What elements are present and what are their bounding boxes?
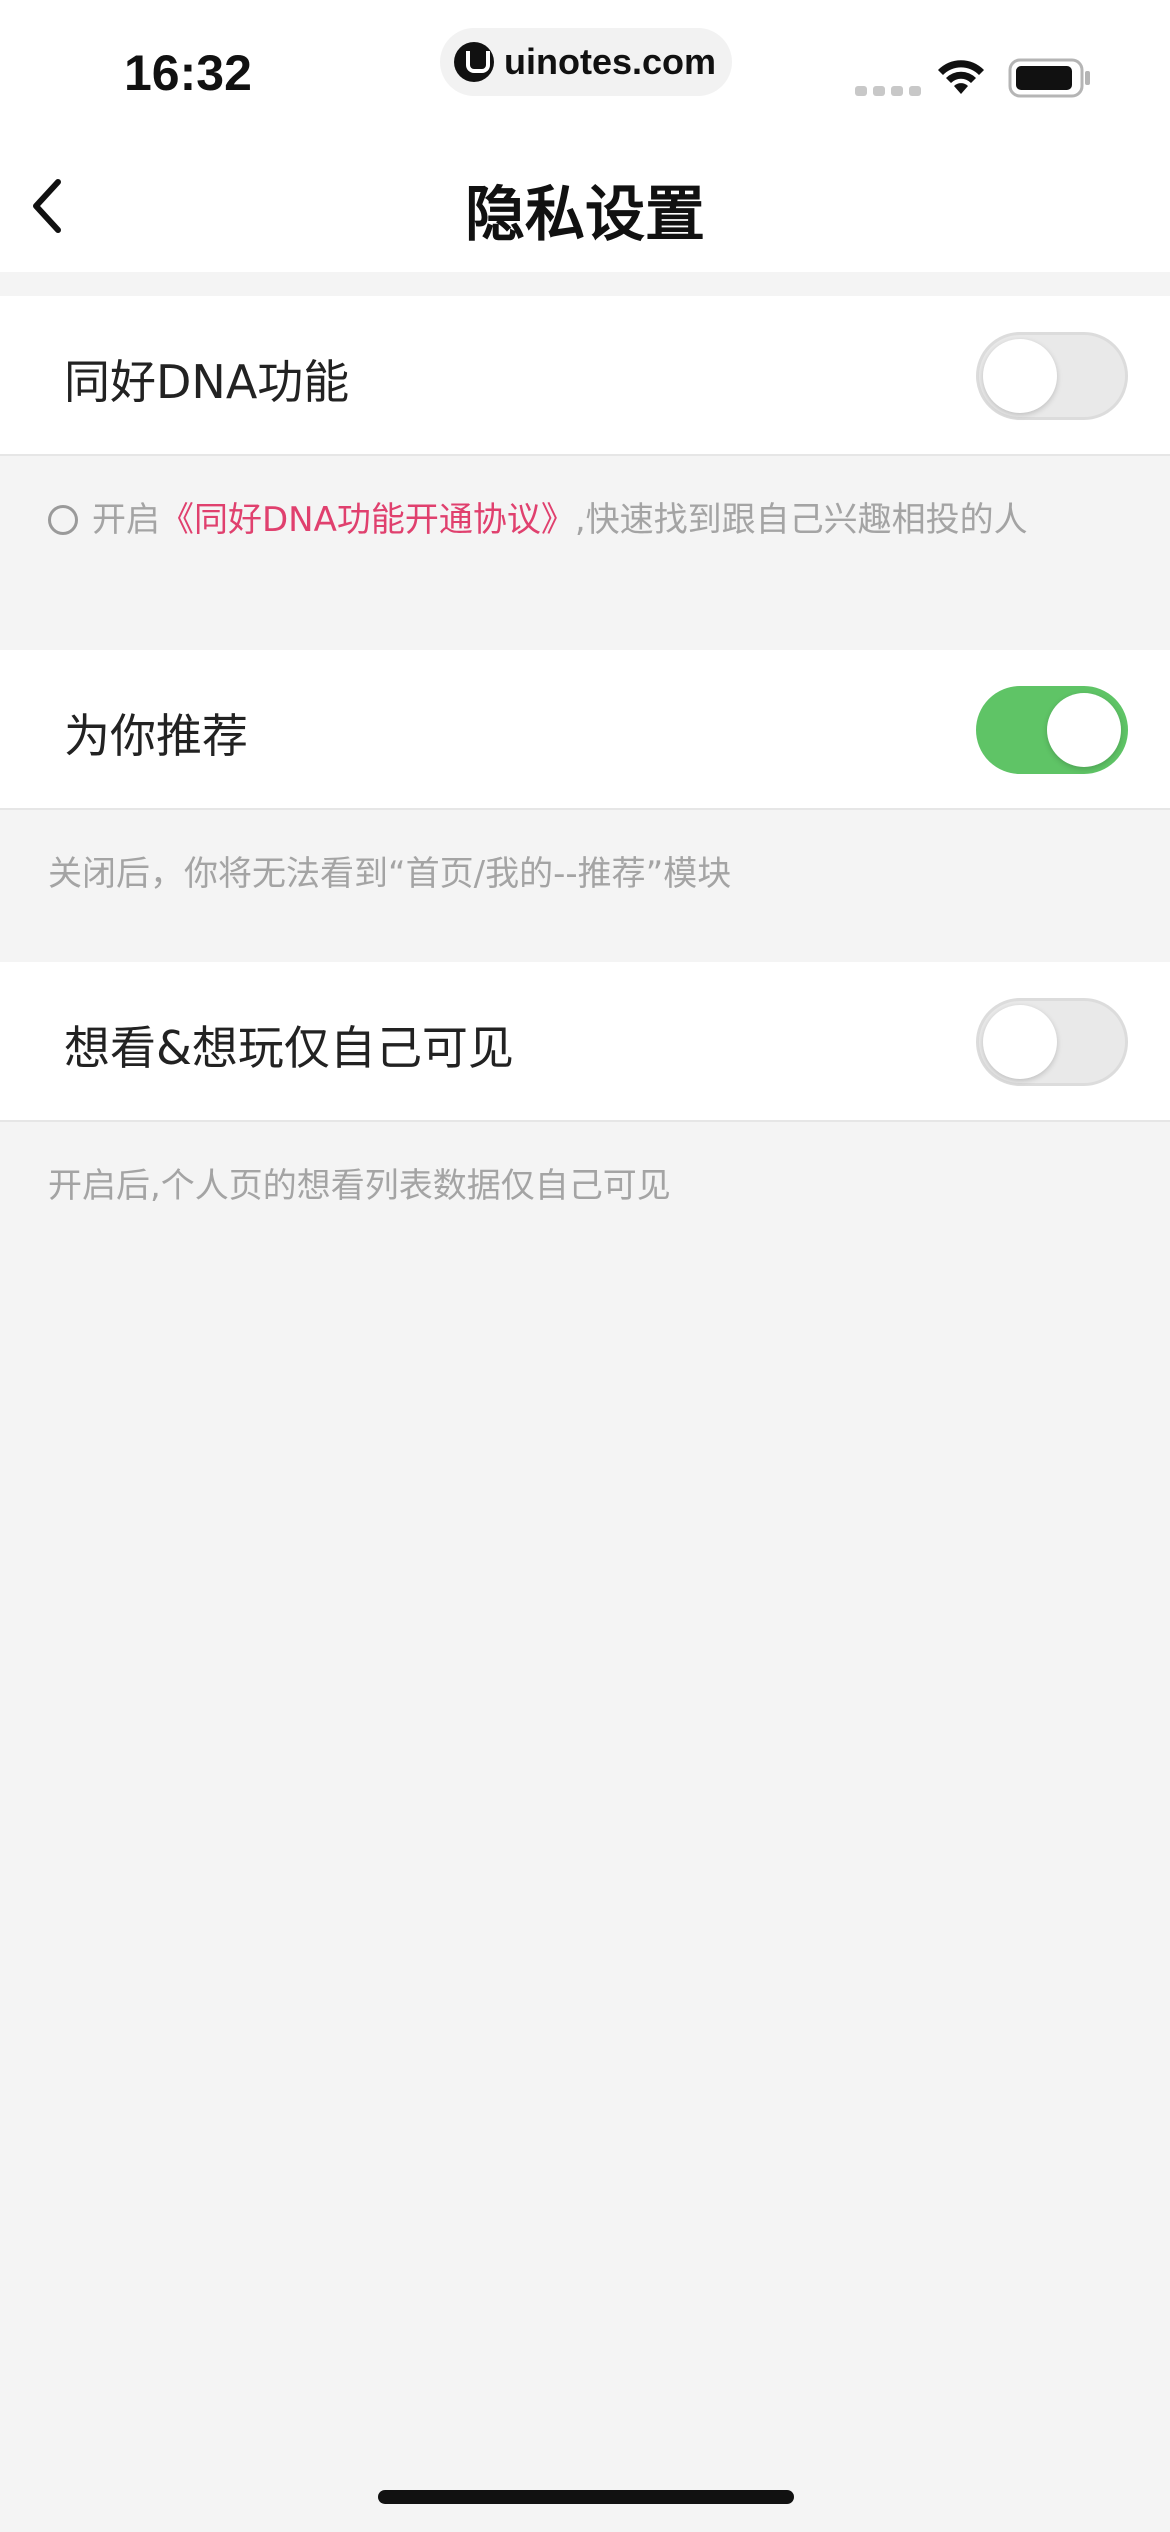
- setting-label: 为你推荐: [64, 709, 248, 763]
- dna-description: 开启《同好DNA功能开通协议》,快速找到跟自己兴趣相投的人: [48, 492, 1028, 541]
- status-time: 16:32: [124, 45, 252, 101]
- wishlist-privacy-description: 开启后,个人页的想看列表数据仅自己可见: [48, 1166, 671, 1206]
- toggle-knob: [1047, 693, 1121, 767]
- toggle-knob: [983, 1005, 1057, 1079]
- wishlist-privacy-toggle[interactable]: [976, 998, 1128, 1086]
- wifi-icon: [938, 60, 984, 94]
- toggle-knob: [983, 339, 1057, 413]
- recommend-toggle[interactable]: [976, 686, 1128, 774]
- dna-desc-prefix: 开启: [92, 500, 160, 540]
- agreement-radio[interactable]: [48, 505, 78, 535]
- watermark-logo-icon: [454, 42, 494, 82]
- setting-label: 想看&想玩仅自己可见: [64, 1021, 514, 1075]
- battery-icon: [1008, 58, 1090, 98]
- watermark-badge: uinotes.com: [440, 28, 732, 96]
- dna-desc-suffix: ,快速找到跟自己兴趣相投的人: [574, 500, 1028, 540]
- dna-toggle[interactable]: [976, 332, 1128, 420]
- home-indicator[interactable]: [378, 2490, 794, 2504]
- setting-row-dna: 同好DNA功能: [0, 296, 1170, 456]
- page-title: 隐私设置: [465, 180, 705, 250]
- navigation-bar: 隐私设置: [0, 140, 1170, 272]
- cellular-signal-icon: [855, 86, 921, 96]
- watermark-text: uinotes.com: [504, 41, 717, 82]
- setting-row-wishlist-privacy: 想看&想玩仅自己可见: [0, 962, 1170, 1122]
- setting-row-recommend: 为你推荐: [0, 650, 1170, 810]
- status-bar: 16:32 uinotes.com: [0, 0, 1170, 140]
- recommend-description: 关闭后，你将无法看到“首页/我的--推荐”模块: [48, 854, 732, 894]
- agreement-link[interactable]: 《同好DNA功能开通协议》: [160, 500, 575, 540]
- setting-label: 同好DNA功能: [64, 355, 350, 409]
